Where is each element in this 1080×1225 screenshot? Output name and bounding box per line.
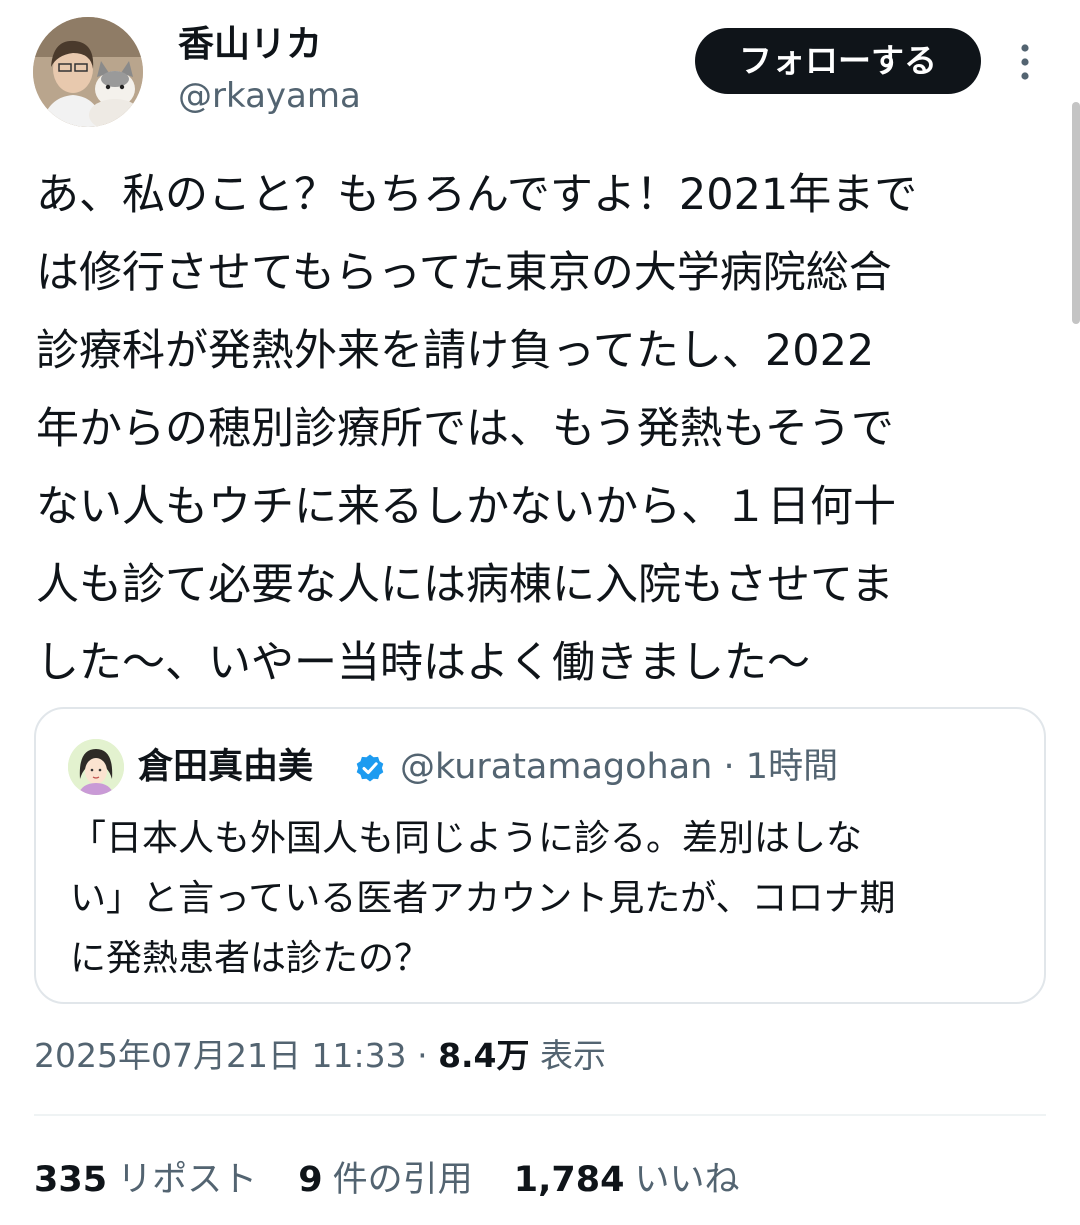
quoted-author-display-name[interactable]: 倉田真由美 (138, 743, 313, 791)
meta-separator: · (417, 1036, 428, 1075)
reposts-label: リポスト (117, 1160, 258, 1200)
quoted-tweet-text: 「日本人も外国人も同じように診る。差別はしな い」と言っている医者アカウント見た… (70, 809, 1020, 989)
quoted-tweet-card[interactable]: 倉田真由美 @kuratamagohan · 1時間 「日本人も外国人も同じよう… (34, 707, 1046, 1004)
tweet-text-line: 年からの穂別診療所では、もう発熱もそうで (36, 404, 894, 454)
quoted-author-meta: @kuratamagohan · 1時間 (400, 743, 838, 791)
tweet-text-line: あ、私のこと？もちろんですよ！2021年まで (36, 170, 918, 220)
likes-stat[interactable]: 1,784 いいね (514, 1154, 740, 1206)
tweet-text-line: した〜、いやー当時はよく働きました〜 (36, 638, 810, 688)
quoted-tweet-time[interactable]: 1時間 (746, 747, 838, 787)
divider (34, 1114, 1046, 1116)
more-vertical-icon[interactable] (1010, 42, 1040, 82)
tweet-text: あ、私のこと？もちろんですよ！2021年まで は修行させてもらってた東京の大学病… (36, 156, 1046, 702)
quoted-text-line: い」と言っている医者アカウント見たが、コロナ期 (70, 878, 896, 919)
likes-count: 1,784 (513, 1160, 625, 1200)
scrollbar[interactable] (1072, 102, 1080, 324)
reposts-count: 335 (34, 1160, 108, 1200)
quoted-author-avatar[interactable] (68, 739, 124, 795)
quotes-stat[interactable]: 9 件の引用 (298, 1154, 472, 1206)
views-label: 表示 (540, 1036, 607, 1075)
follow-button[interactable]: フォローする (695, 28, 981, 94)
verified-badge-icon (356, 754, 384, 782)
views-count[interactable]: 8.4万 (438, 1036, 529, 1075)
quoted-text-line: 「日本人も外国人も同じように診る。差別はしな (70, 818, 863, 859)
author-avatar[interactable] (33, 17, 143, 127)
tweet-timestamp[interactable]: 2025年07月21日 11:33 (34, 1036, 407, 1075)
author-display-name[interactable]: 香山リカ (178, 22, 322, 68)
engagement-stats: 335 リポスト 9 件の引用 1,784 いいね (34, 1154, 769, 1206)
tweet-page: 香山リカ @rkayama フォローする あ、私のこと？もちろんですよ！2021… (0, 0, 1080, 1225)
tweet-text-line: 人も診て必要な人には病棟に入院もさせてま (36, 560, 894, 610)
likes-label: いいね (634, 1160, 740, 1200)
tweet-text-line: は修行させてもらってた東京の大学病院総合 (36, 248, 892, 298)
author-handle[interactable]: @rkayama (178, 74, 361, 118)
meta-separator: · (723, 747, 735, 787)
quotes-label: 件の引用 (332, 1160, 473, 1200)
tweet-text-line: 診療科が発熱外来を請け負ってたし、2022 (36, 326, 875, 376)
reposts-stat[interactable]: 335 リポスト (34, 1154, 257, 1206)
tweet-timestamp-row: 2025年07月21日 11:33 · 8.4万 表示 (34, 1030, 606, 1082)
quoted-author-handle[interactable]: @kuratamagohan (400, 747, 712, 787)
tweet-text-line: ない人もウチに来るしかないから、１日何十 (36, 482, 896, 532)
quotes-count: 9 (298, 1160, 323, 1200)
quoted-text-line: に発熱患者は診たの？ (70, 938, 431, 979)
